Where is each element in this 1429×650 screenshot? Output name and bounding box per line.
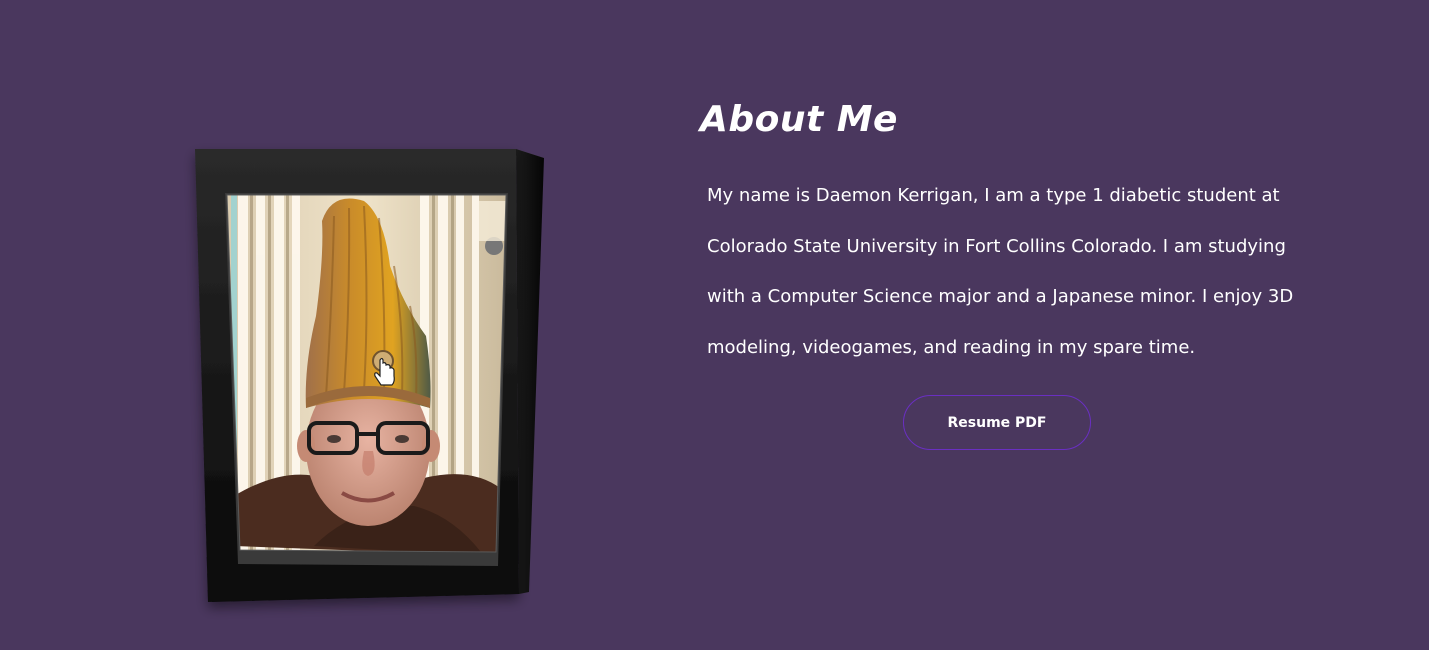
resume-pdf-button[interactable]: Resume PDF [903,395,1091,450]
about-me-paragraph: My name is Daemon Kerrigan, I am a type … [707,185,1294,358]
frame-side [516,149,544,594]
profile-photo-frame [194,146,546,606]
portrait-photo [227,195,506,552]
about-me-heading: About Me [700,99,898,140]
profile-photo [195,149,544,602]
